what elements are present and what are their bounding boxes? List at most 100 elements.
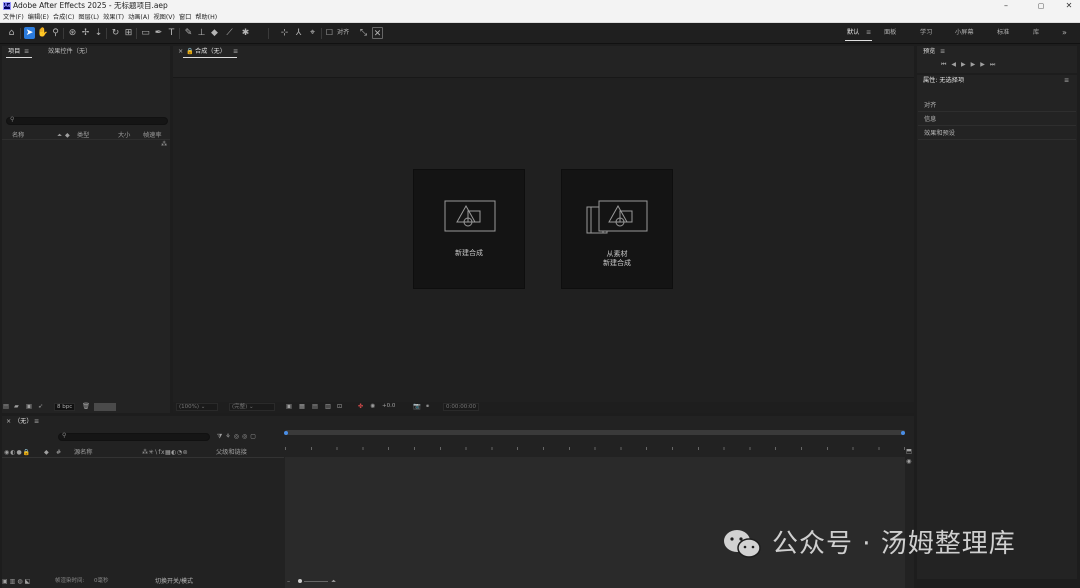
snapshot-icon[interactable]: 📷 (413, 402, 421, 411)
new-comp-from-footage-card[interactable]: 从素材 新建合成 (561, 169, 673, 289)
flowchart-icon[interactable]: ⁂ (161, 140, 167, 149)
maximize-button[interactable]: ▢ (1030, 0, 1052, 12)
workspace-standard[interactable]: 标准 (997, 28, 1009, 38)
toggle-switches-modes[interactable]: 切换开关/模式 (155, 577, 193, 586)
preview-menu-icon[interactable]: ≡ (940, 46, 945, 58)
zoom-dropdown[interactable]: (100%) ⌄ (176, 403, 218, 411)
timeline-footer-icons[interactable]: ▣▥◍⬕ (2, 577, 32, 586)
tab-effect-controls[interactable]: 效果控件（无） (48, 46, 91, 58)
home-icon[interactable]: ⌂ (6, 27, 17, 39)
playback-controls[interactable]: ⏮◀▶▶▶⏭ (941, 60, 1000, 69)
orbit-camera-icon[interactable]: ⊛ (67, 27, 78, 39)
zoom-out-icon[interactable]: – (287, 577, 290, 586)
project-search-input[interactable]: ⚲ (6, 116, 168, 125)
adjust-project-icon[interactable]: ➶ (38, 402, 43, 411)
minimize-button[interactable]: – (995, 0, 1017, 12)
exposure-value[interactable]: +0.0 (382, 402, 395, 411)
eraser-tool-icon[interactable]: ◆ (209, 27, 220, 39)
axis-view-icon[interactable]: ⌖ (307, 27, 318, 39)
puppet-tool-icon[interactable]: ✱ (240, 27, 251, 39)
snap-features-icon[interactable]: ✕ (372, 27, 383, 39)
clone-stamp-tool-icon[interactable]: ⊥ (196, 27, 207, 39)
menu-composition[interactable]: 合成(C) (51, 12, 77, 23)
source-name-column[interactable]: 源名称 (74, 448, 93, 457)
parent-link-column[interactable]: 父级和链接 (216, 448, 247, 457)
type-tool-icon[interactable]: T (166, 27, 177, 39)
section-effects-presets[interactable]: 效果和预设 (918, 128, 1076, 140)
axis-world-icon[interactable]: ⅄ (293, 27, 304, 39)
pan-behind-tool-icon[interactable]: ⊞ (123, 27, 134, 39)
show-snapshot-icon[interactable]: ⚭ (425, 402, 430, 411)
color-channel-icon[interactable]: ✤ (358, 402, 363, 411)
menu-edit[interactable]: 编辑(E) (26, 12, 51, 23)
comp-marker-bin-icon[interactable]: ⬒ (906, 447, 912, 456)
pan-camera-icon[interactable]: ✢ (80, 27, 91, 39)
pen-tool-icon[interactable]: ✒ (153, 27, 164, 39)
timeline-header: × （无） ≡ (2, 416, 914, 428)
close-timeline-icon[interactable]: × (6, 416, 11, 428)
tab-preview[interactable]: 预览 (923, 46, 935, 58)
timeline-menu-icon[interactable]: ≡ (34, 416, 39, 428)
new-folder-icon[interactable]: ▰ (14, 402, 19, 411)
workspace-panel[interactable]: 面板 (884, 28, 896, 38)
timecode-display[interactable]: 0:00:00:00 (443, 403, 479, 411)
rotate-tool-icon[interactable]: ↻ (110, 27, 121, 39)
fast-preview-icon[interactable]: ▣ (286, 402, 292, 411)
timeline-track-area[interactable] (285, 457, 905, 588)
bpc-button[interactable]: 8 bpc (54, 403, 76, 411)
mask-visibility-icon[interactable]: ▤ (312, 402, 318, 411)
new-composition-icon[interactable]: ▣ (26, 402, 32, 411)
zoom-tool-icon[interactable]: ⚲ (50, 27, 61, 39)
tab-properties[interactable]: 属性: 无选择项 (923, 75, 964, 87)
new-composition-card[interactable]: 新建合成 (413, 169, 525, 289)
menu-effect[interactable]: 效果(T) (101, 12, 126, 23)
dolly-camera-icon[interactable]: ⇣ (93, 27, 104, 39)
selection-tool-icon[interactable]: ➤ (24, 27, 35, 39)
interpret-footage-icon[interactable]: ▤ (3, 402, 9, 411)
transparency-grid-icon[interactable]: ▦ (299, 402, 305, 411)
menu-layer[interactable]: 图层(L) (76, 12, 101, 23)
workspace-default-menu-icon[interactable]: ≡ (866, 28, 871, 38)
rectangle-tool-icon[interactable]: ▭ (140, 27, 151, 39)
zoom-slider-track[interactable] (304, 581, 328, 582)
section-info[interactable]: 信息 (918, 114, 1076, 126)
menu-help[interactable]: 帮助(H) (193, 12, 219, 23)
guides-icon[interactable]: ▥ (325, 402, 331, 411)
reset-exposure-icon[interactable]: ✺ (370, 402, 375, 411)
timeline-search-input[interactable]: ⚲ (58, 432, 210, 441)
av-features-icons[interactable]: ◉◐●🔒 (4, 448, 31, 457)
workspace-libraries[interactable]: 库 (1033, 28, 1039, 38)
delete-icon[interactable]: 🗑 (82, 402, 90, 411)
menu-animation[interactable]: 动画(A) (126, 12, 151, 23)
workspace-default[interactable]: 默认 (847, 28, 859, 38)
menu-file[interactable]: 文件(F) (0, 12, 26, 23)
roto-brush-tool-icon[interactable]: ⟋ (224, 27, 235, 39)
zoom-slider-handle[interactable] (298, 579, 302, 583)
workspace-small-screen[interactable]: 小屏幕 (955, 28, 974, 38)
project-thumbnail-swatch[interactable] (94, 403, 116, 411)
tab-timeline[interactable]: （无） (14, 416, 33, 428)
properties-menu-icon[interactable]: ≡ (1064, 75, 1069, 87)
brush-tool-icon[interactable]: ✎ (183, 27, 194, 39)
work-area-end-handle[interactable] (901, 431, 905, 435)
composition-header: × 🔒 合成（无） ≡ (173, 46, 914, 78)
workspace-learn[interactable]: 学习 (920, 28, 932, 38)
work-area-start-handle[interactable] (284, 431, 288, 435)
snap-edges-icon[interactable]: ⤡ (358, 27, 369, 39)
workspace-overflow-icon[interactable]: » (1062, 28, 1067, 38)
timeline-navigator-icon[interactable]: ◉ (906, 457, 911, 466)
zoom-in-icon[interactable]: ⏶ (331, 577, 336, 586)
work-area-bar[interactable] (285, 430, 905, 435)
layer-switches-icons[interactable]: ⁂✳∖fx▦◐◔⊚ (142, 448, 188, 457)
section-align[interactable]: 对齐 (918, 100, 1076, 112)
menu-view[interactable]: 视图(V) (152, 12, 177, 23)
time-ruler[interactable] (285, 443, 905, 455)
axis-local-icon[interactable]: ⊹ (279, 27, 290, 39)
region-of-interest-icon[interactable]: ⊡ (337, 402, 342, 411)
close-button[interactable]: ✕ (1058, 0, 1080, 12)
menu-window[interactable]: 窗口 (177, 12, 193, 23)
snapping-checkbox[interactable]: ☐ (324, 27, 335, 39)
timeline-switch-icons[interactable]: ⧩⚘◎◎▢ (217, 432, 259, 441)
resolution-dropdown[interactable]: (完整) ⌄ (229, 403, 275, 411)
hand-tool-icon[interactable]: ✋ (37, 27, 48, 39)
